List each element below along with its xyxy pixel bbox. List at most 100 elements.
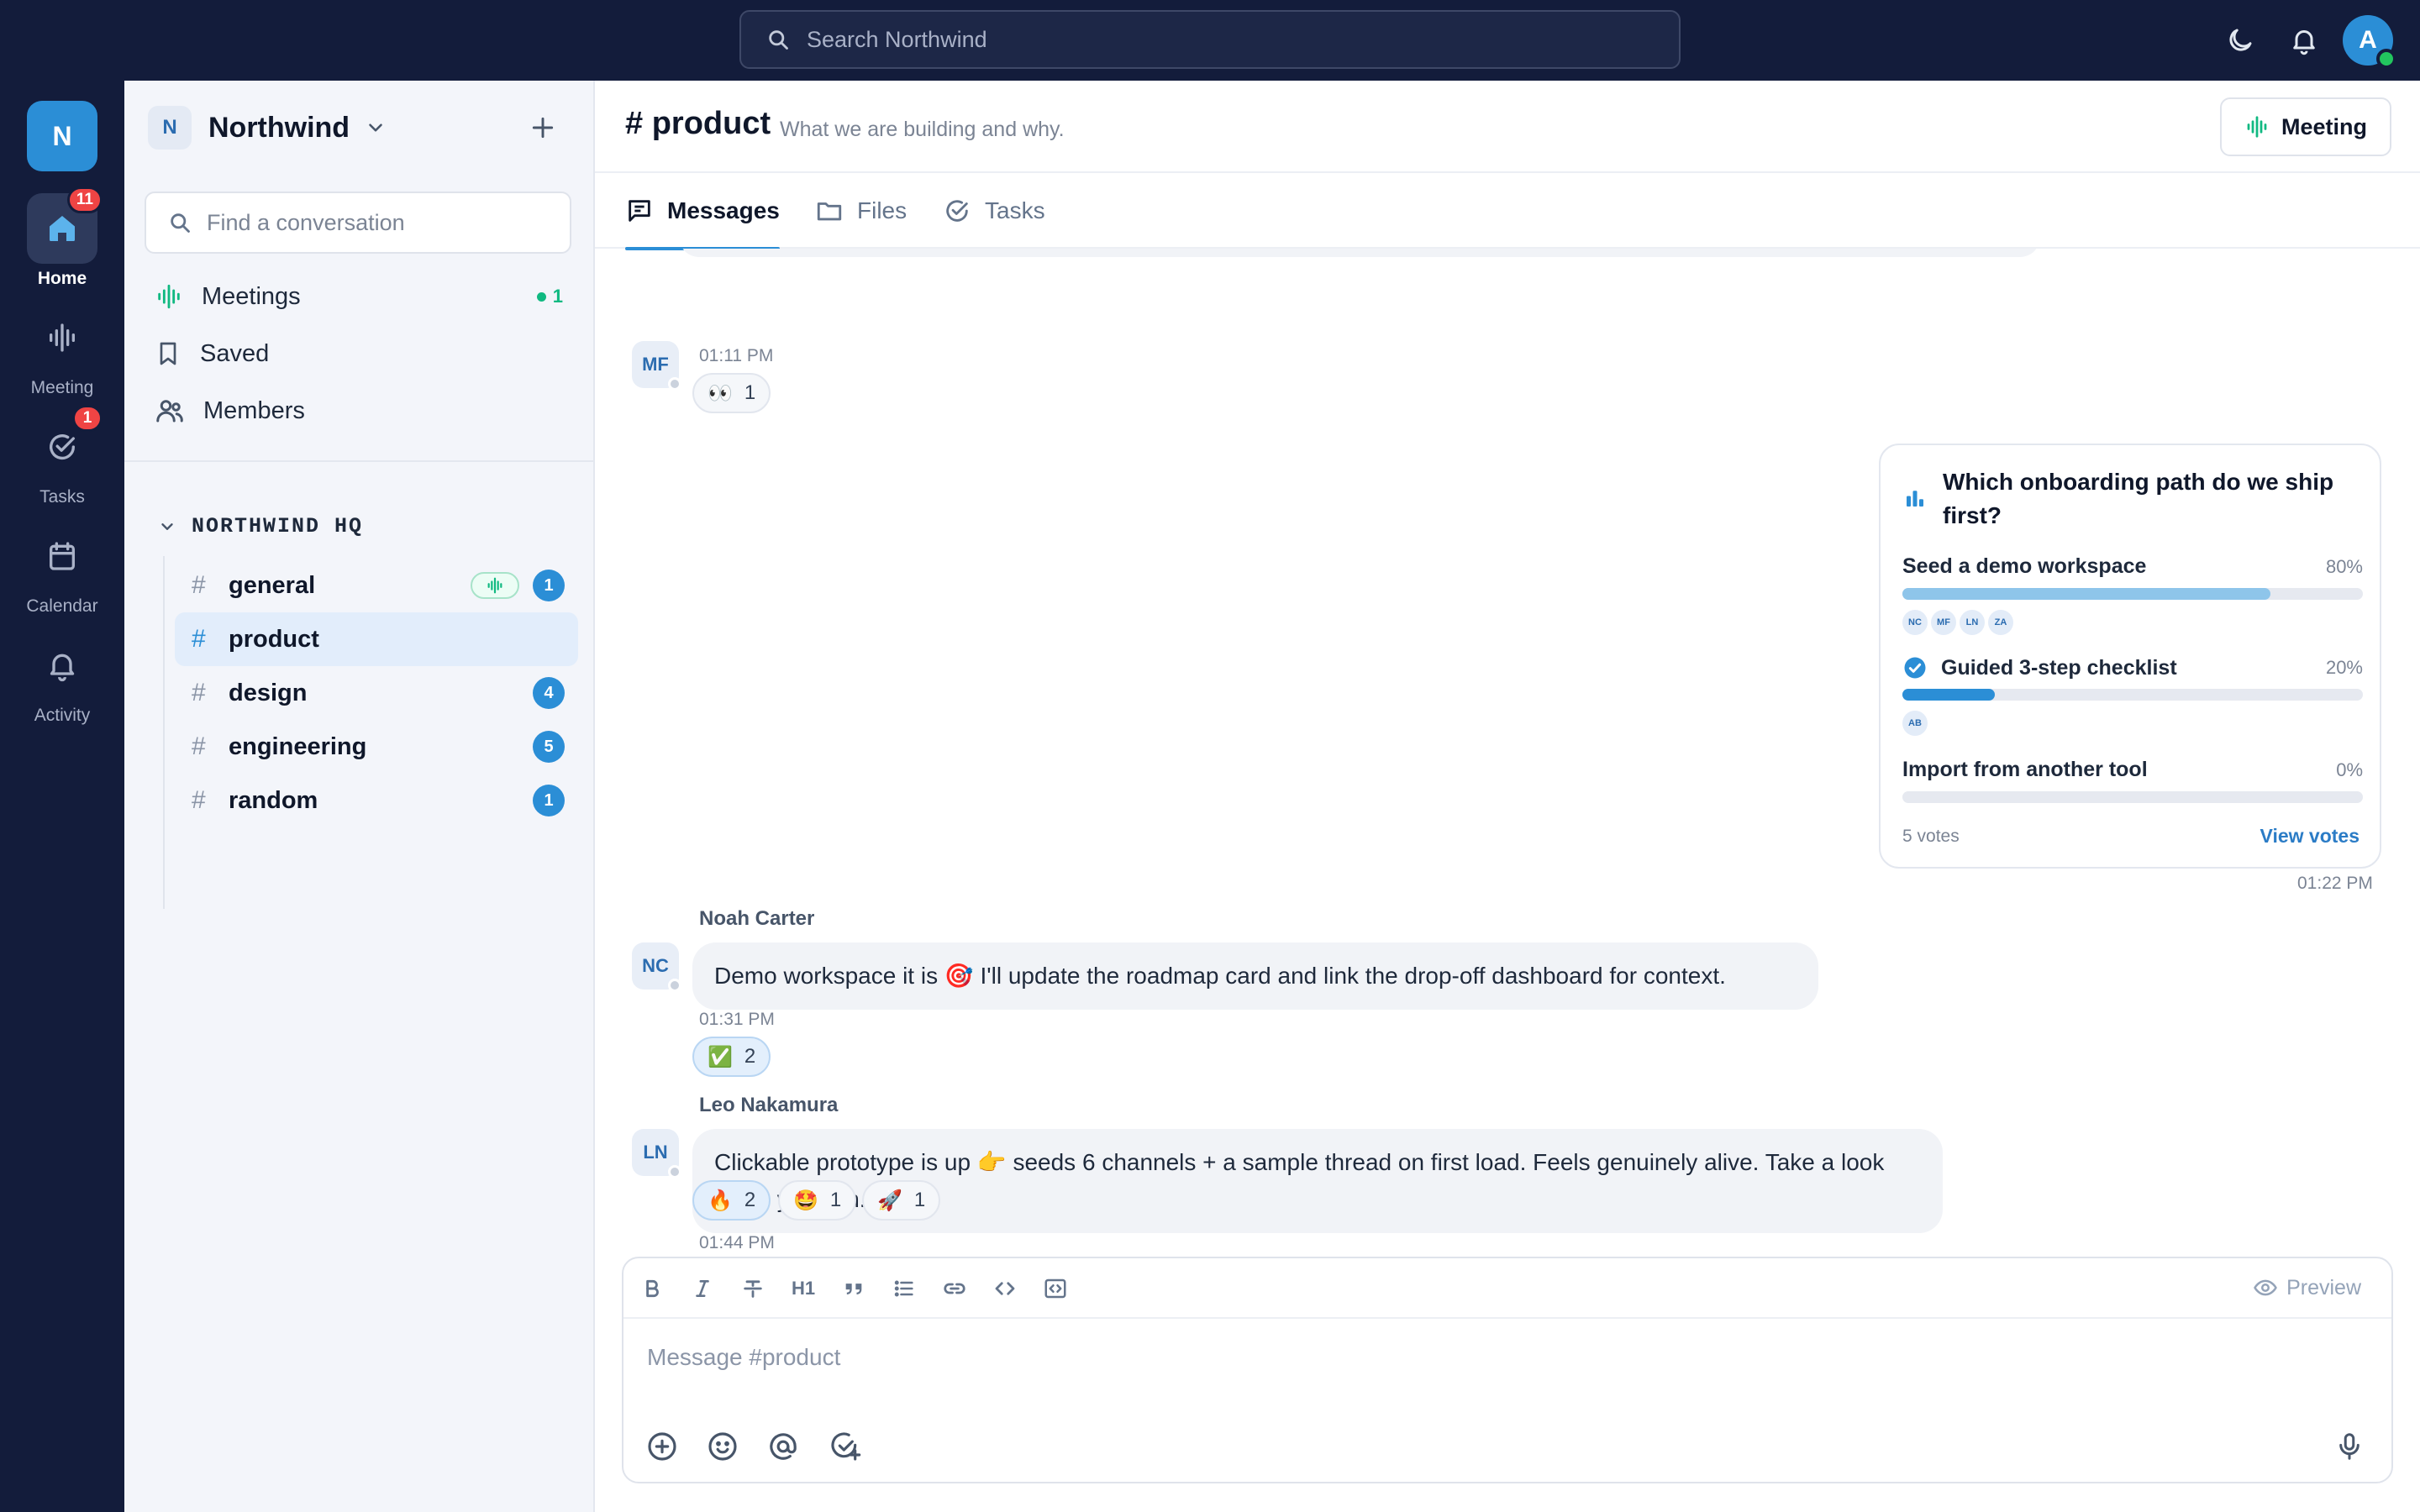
add-task-button[interactable] bbox=[825, 1426, 865, 1467]
audio-wave-icon bbox=[2247, 116, 2267, 138]
message-sender[interactable]: Leo Nakamura bbox=[699, 1094, 838, 1117]
audio-wave-icon bbox=[158, 284, 180, 309]
plus-circle-icon bbox=[648, 1432, 676, 1461]
channel-tree-line bbox=[163, 556, 165, 909]
tab-messages[interactable]: Messages bbox=[625, 173, 780, 250]
italic-button[interactable] bbox=[684, 1270, 721, 1307]
status-dot bbox=[668, 979, 681, 992]
message-sender[interactable]: Noah Carter bbox=[699, 907, 814, 931]
bold-button[interactable] bbox=[634, 1270, 671, 1307]
poll-bar bbox=[1902, 588, 2363, 600]
italic-icon bbox=[696, 1280, 709, 1297]
voice-message-button[interactable] bbox=[2329, 1426, 2370, 1467]
workspace-header[interactable]: N Northwind bbox=[148, 106, 387, 150]
chevron-down-icon bbox=[369, 123, 382, 132]
channel-product[interactable]: # product bbox=[175, 612, 578, 666]
reaction-eyes[interactable]: 👀 1 bbox=[692, 373, 771, 413]
hash-icon: # bbox=[192, 571, 206, 599]
nav-members-label: Members bbox=[203, 396, 305, 424]
avatar[interactable]: MF bbox=[632, 341, 681, 391]
poll-option-percent: 80% bbox=[2325, 556, 2363, 577]
preview-toggle[interactable]: Preview bbox=[2253, 1275, 2361, 1300]
code-icon bbox=[995, 1282, 1015, 1295]
channel-general[interactable]: # general 1 bbox=[175, 559, 578, 612]
link-icon bbox=[944, 1283, 965, 1294]
section-northwind-hq[interactable]: NORTHWIND HQ bbox=[158, 514, 363, 538]
notifications-button[interactable] bbox=[2284, 20, 2324, 60]
message-bubble[interactable]: Demo workspace it is 🎯 I'll update the r… bbox=[692, 942, 1818, 1010]
channel-name: design bbox=[229, 679, 308, 706]
nav-saved[interactable]: Saved bbox=[155, 330, 566, 377]
workspace-switcher[interactable]: N bbox=[27, 101, 97, 171]
list-button[interactable] bbox=[886, 1270, 923, 1307]
home-icon bbox=[50, 216, 75, 241]
tab-tasks[interactable]: Tasks bbox=[943, 173, 1045, 249]
code-block-button[interactable] bbox=[1037, 1270, 1074, 1307]
poll-option[interactable]: Seed a demo workspace 80% NC MF LN ZA bbox=[1902, 554, 2363, 635]
rail-tasks-button[interactable]: 1 bbox=[27, 405, 103, 482]
quote-button[interactable] bbox=[835, 1270, 872, 1307]
reaction-star-struck[interactable]: 🤩 1 bbox=[778, 1180, 857, 1221]
reaction-emoji: 👀 bbox=[708, 381, 733, 405]
channel-description: What we are building and why. bbox=[780, 118, 1065, 141]
emoji-button[interactable] bbox=[702, 1426, 743, 1467]
top-bar: A bbox=[0, 0, 2420, 81]
poll-bar-fill bbox=[1902, 588, 2271, 600]
workspace-name: Northwind bbox=[208, 111, 350, 144]
live-meeting-indicator bbox=[471, 572, 519, 599]
reaction-emoji: ✅ bbox=[708, 1045, 733, 1068]
poll-option-selected[interactable]: Guided 3-step checklist 20% AB bbox=[1902, 655, 2363, 736]
rail-meeting-button[interactable] bbox=[27, 302, 97, 373]
global-search-input[interactable] bbox=[807, 26, 1563, 53]
voter-avatar: ZA bbox=[1988, 610, 2013, 635]
user-avatar[interactable]: A bbox=[2343, 15, 2396, 69]
poll-voters: AB bbox=[1902, 711, 1931, 736]
poll-option[interactable]: Import from another tool 0% bbox=[1902, 758, 2363, 803]
channel-design[interactable]: # design 4 bbox=[175, 666, 578, 720]
avatar[interactable]: LN bbox=[632, 1129, 681, 1179]
mention-button[interactable] bbox=[763, 1426, 803, 1467]
rail-calendar-button[interactable] bbox=[27, 521, 97, 591]
code-block-icon bbox=[1044, 1278, 1066, 1299]
find-conversation[interactable] bbox=[145, 192, 571, 254]
bar-chart-icon bbox=[1907, 491, 1923, 507]
global-search[interactable] bbox=[739, 10, 1681, 69]
start-meeting-button[interactable]: Meeting bbox=[2220, 97, 2391, 156]
reaction-rocket[interactable]: 🚀 1 bbox=[862, 1180, 941, 1221]
smile-icon bbox=[708, 1432, 737, 1461]
rail-activity-button[interactable] bbox=[27, 630, 97, 701]
tasks-badge: 1 bbox=[72, 405, 103, 432]
reaction-check[interactable]: ✅ 2 bbox=[692, 1037, 771, 1077]
message-input[interactable] bbox=[647, 1344, 2244, 1371]
rail-item-activity[interactable]: Activity bbox=[0, 630, 124, 726]
tab-files-label: Files bbox=[857, 197, 908, 223]
new-conversation-button[interactable] bbox=[524, 109, 561, 146]
code-button[interactable] bbox=[986, 1270, 1023, 1307]
dark-mode-toggle[interactable] bbox=[2220, 20, 2260, 60]
avatar-initials: NC bbox=[642, 955, 669, 976]
heading-button[interactable]: H1 bbox=[785, 1270, 822, 1307]
rail-item-home[interactable]: 11 Home bbox=[0, 186, 124, 289]
poll-bar-fill bbox=[1902, 689, 1995, 701]
channel-random[interactable]: # random 1 bbox=[175, 774, 578, 827]
reaction-fire[interactable]: 🔥 2 bbox=[692, 1180, 771, 1221]
rail-home-button[interactable]: 11 bbox=[27, 186, 103, 264]
attach-button[interactable] bbox=[642, 1426, 682, 1467]
link-button[interactable] bbox=[936, 1270, 973, 1307]
avatar[interactable]: NC bbox=[632, 942, 681, 992]
presence-indicator bbox=[2376, 49, 2396, 69]
find-conversation-input[interactable] bbox=[207, 209, 543, 236]
nav-members[interactable]: Members bbox=[155, 387, 566, 434]
reaction-count: 1 bbox=[913, 1189, 926, 1211]
rail-item-tasks[interactable]: 1 Tasks bbox=[0, 405, 124, 507]
channel-engineering[interactable]: # engineering 5 bbox=[175, 720, 578, 774]
home-unread-badge: 11 bbox=[66, 186, 103, 213]
message-list[interactable]: MF 01:11 PM 👀 1 Which onboarding path do… bbox=[595, 249, 2420, 1248]
strikethrough-button[interactable] bbox=[734, 1270, 771, 1307]
view-votes-link[interactable]: View votes bbox=[2260, 825, 2360, 848]
rail-item-calendar[interactable]: Calendar bbox=[0, 521, 124, 617]
previous-message-bubble bbox=[679, 249, 2040, 257]
rail-item-meeting[interactable]: Meeting bbox=[0, 302, 124, 398]
nav-meetings[interactable]: Meetings 1 bbox=[155, 273, 566, 320]
tab-files[interactable]: Files bbox=[815, 173, 907, 249]
